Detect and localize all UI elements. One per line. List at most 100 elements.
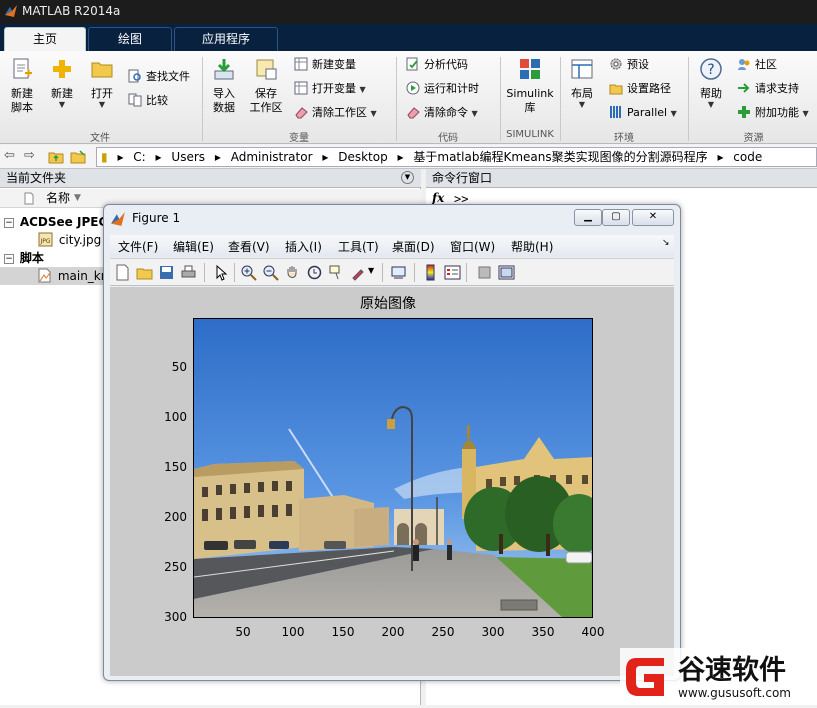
parallel-button[interactable]: Parallel ▼ xyxy=(609,104,677,122)
tab-home[interactable]: 主页 xyxy=(4,27,86,51)
tree-group-jpeg[interactable]: − ACDSee JPEG xyxy=(4,213,108,231)
pan-hand-icon[interactable] xyxy=(284,264,301,281)
clear-commands-button[interactable]: 清除命令 ▼ xyxy=(406,104,478,122)
legend-icon[interactable] xyxy=(444,264,461,281)
layout-label: 布局 xyxy=(571,87,593,100)
community-label: 社区 xyxy=(755,58,777,71)
figure-window[interactable]: Figure 1 ▁ ▢ ✕ 文件(F) 编辑(E) 查看(V) 插入(I) 工… xyxy=(103,204,681,681)
open-file-icon[interactable] xyxy=(136,264,153,281)
breadcrumb-item[interactable]: Users xyxy=(171,150,205,164)
new-variable-button[interactable]: 新建变量 xyxy=(294,56,356,74)
zoom-out-icon[interactable] xyxy=(262,264,279,281)
breadcrumb[interactable]: ▮ ▸ C: ▸ Users ▸ Administrator ▸ Desktop… xyxy=(96,147,817,167)
menu-tools[interactable]: 工具(T) xyxy=(338,238,379,255)
run-and-time-button[interactable]: 运行和计时 xyxy=(406,80,479,98)
brush-icon[interactable] xyxy=(350,264,367,281)
new-script-button[interactable]: 新建 脚本 xyxy=(4,57,40,115)
find-files-button[interactable]: 查找文件 xyxy=(128,68,190,86)
simulink-library-button[interactable]: Simulink 库 xyxy=(504,57,556,115)
new-button[interactable]: 新建 ▼ xyxy=(44,57,80,109)
save-icon[interactable] xyxy=(158,264,175,281)
menu-window[interactable]: 窗口(W) xyxy=(450,238,495,255)
breadcrumb-item[interactable]: 基于matlab编程Kmeans聚类实现图像的分割源码程序 xyxy=(413,150,707,164)
add-ons-button[interactable]: 附加功能 ▼ xyxy=(737,104,809,122)
breadcrumb-item[interactable]: Desktop xyxy=(338,150,388,164)
open-variable-label: 打开变量 xyxy=(312,82,356,95)
forward-arrow-icon[interactable]: ⇨ xyxy=(24,148,35,163)
collapse-icon[interactable]: − xyxy=(4,254,14,264)
tree-group-scripts[interactable]: − 脚本 xyxy=(4,249,44,267)
toolbar-divider xyxy=(234,263,235,282)
dropdown-arrow-icon[interactable]: ▼ xyxy=(368,266,374,275)
window-title: MATLAB R2014a xyxy=(22,4,121,18)
open-button[interactable]: 打开 ▼ xyxy=(84,57,120,109)
figure-menu-bar: 文件(F) 编辑(E) 查看(V) 插入(I) 工具(T) 桌面(D) 窗口(W… xyxy=(110,235,674,257)
add-ons-icon xyxy=(738,106,750,118)
group-divider xyxy=(500,57,501,141)
save-workspace-button[interactable]: 保存 工作区 xyxy=(246,57,286,115)
x-tick-label: 250 xyxy=(431,625,455,639)
browse-folder-icon[interactable] xyxy=(70,149,86,165)
dropdown-arrow-icon: ▼ xyxy=(707,100,715,109)
script-file-icon xyxy=(38,268,51,283)
x-tick-label: 350 xyxy=(531,625,555,639)
preferences-button[interactable]: 预设 xyxy=(609,56,649,74)
minimize-button[interactable]: ▁ xyxy=(574,209,602,226)
menu-edit[interactable]: 编辑(E) xyxy=(173,238,214,255)
panel-menu-icon[interactable]: ▼ xyxy=(401,171,414,184)
link-plot-icon[interactable] xyxy=(390,264,407,281)
zoom-in-icon[interactable] xyxy=(240,264,257,281)
compare-button[interactable]: 比较 xyxy=(128,92,168,110)
file-group-label: 文件 xyxy=(90,133,110,144)
community-button[interactable]: 社区 xyxy=(737,56,777,74)
show-plot-tools-icon[interactable] xyxy=(498,264,515,281)
request-support-button[interactable]: 请求支持 xyxy=(737,80,799,98)
clear-workspace-button[interactable]: 清除工作区 ▼ xyxy=(294,104,377,122)
menu-help[interactable]: 帮助(H) xyxy=(511,238,553,255)
rotate-3d-icon[interactable] xyxy=(306,264,323,281)
breadcrumb-item[interactable]: C: xyxy=(133,150,145,164)
breadcrumb-separator-icon: ▸ xyxy=(214,150,221,164)
fx-icon[interactable]: fx xyxy=(432,191,444,205)
menu-view[interactable]: 查看(V) xyxy=(228,238,270,255)
hide-plot-tools-icon[interactable] xyxy=(476,264,493,281)
breadcrumb-item[interactable]: code xyxy=(733,150,762,164)
menu-file[interactable]: 文件(F) xyxy=(118,238,158,255)
layout-button[interactable]: 布局 ▼ xyxy=(564,57,600,109)
open-variable-button[interactable]: 打开变量 ▼ xyxy=(294,80,366,98)
help-label: 帮助 xyxy=(700,87,722,100)
support-icon xyxy=(738,83,750,93)
toolbar-divider xyxy=(466,263,467,282)
dock-icon[interactable]: ↘ xyxy=(662,238,670,248)
print-icon[interactable] xyxy=(180,264,197,281)
group-divider xyxy=(560,57,561,141)
set-path-button[interactable]: 设置路径 xyxy=(609,80,671,98)
list-item[interactable]: JPG city.jpg xyxy=(38,231,101,249)
colorbar-icon[interactable] xyxy=(422,264,439,281)
help-button[interactable]: ? 帮助 ▼ xyxy=(694,57,728,109)
menu-insert[interactable]: 插入(I) xyxy=(285,238,322,255)
figure-canvas[interactable]: 原始图像 50 100 150 200 250 300 50 100 150 2… xyxy=(110,287,674,676)
watermark-url: www.gususoft.com xyxy=(678,686,791,700)
back-arrow-icon[interactable]: ⇦ xyxy=(4,148,15,163)
gear-icon xyxy=(610,58,622,70)
parallel-label: Parallel xyxy=(627,106,668,119)
menu-desktop[interactable]: 桌面(D) xyxy=(392,238,435,255)
maximize-button[interactable]: ▢ xyxy=(602,209,630,226)
import-data-button[interactable]: 导入 数据 xyxy=(206,57,242,115)
tab-plots[interactable]: 绘图 xyxy=(88,27,172,51)
set-path-icon xyxy=(609,84,623,95)
pointer-icon[interactable] xyxy=(212,264,229,281)
close-button[interactable]: ✕ xyxy=(632,209,674,226)
breadcrumb-item[interactable]: Administrator xyxy=(231,150,313,164)
eraser-icon xyxy=(295,107,308,119)
collapse-icon[interactable]: − xyxy=(4,218,14,228)
tab-apps[interactable]: 应用程序 xyxy=(174,27,278,51)
new-figure-icon[interactable] xyxy=(114,264,131,281)
command-window-title: 命令行窗口 xyxy=(432,171,493,185)
open-label: 打开 xyxy=(91,87,113,100)
data-cursor-icon[interactable] xyxy=(328,264,345,281)
up-folder-icon[interactable] xyxy=(48,149,64,165)
analyze-code-button[interactable]: 分析代码 xyxy=(406,56,468,74)
file-name: city.jpg xyxy=(58,233,102,247)
